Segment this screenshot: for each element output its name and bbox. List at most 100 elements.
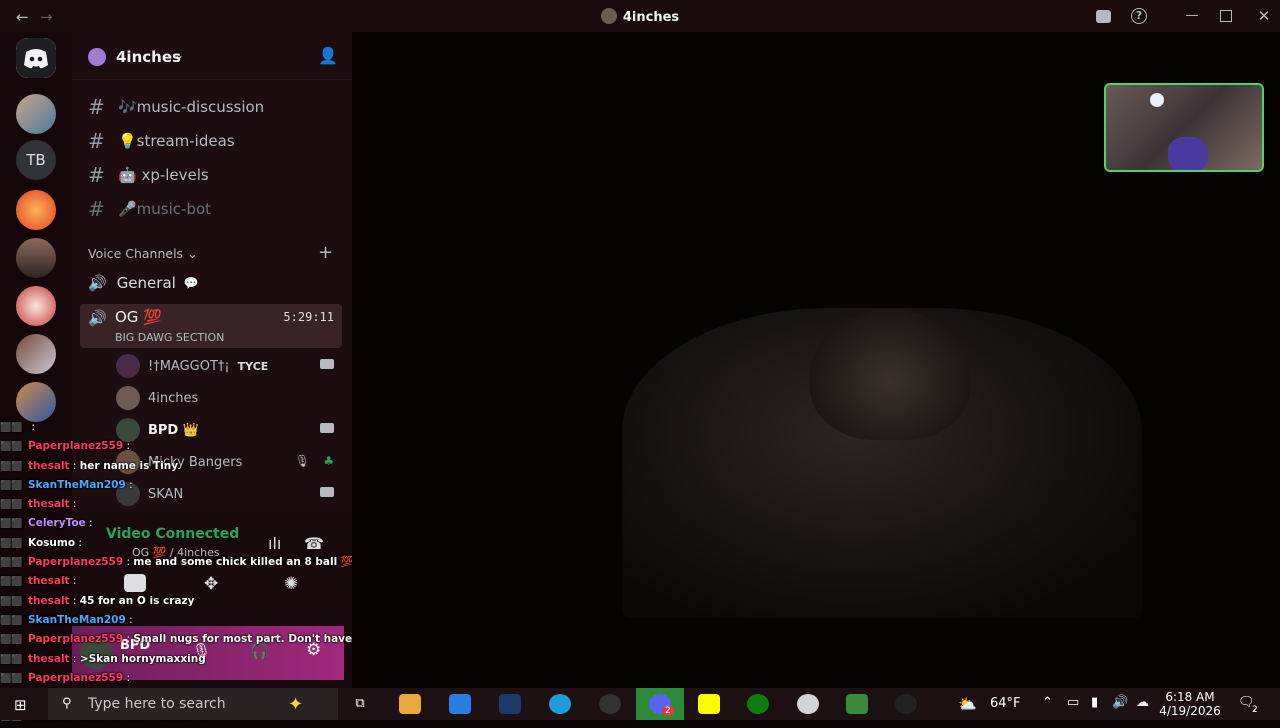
taskbar-search[interactable]: ⚲ Type here to search ✦ bbox=[48, 688, 338, 720]
chat-line: ⬛⬛ Paperplanez559 : bbox=[0, 669, 360, 688]
chat-separator: : bbox=[85, 517, 93, 530]
server-avatar-icon bbox=[600, 8, 617, 24]
windows-start-icon[interactable]: ⊞ bbox=[14, 696, 27, 714]
volume-icon[interactable]: 🔊 bbox=[1112, 695, 1128, 710]
channel-music-bot[interactable]: # 🎤music-bot bbox=[80, 193, 344, 225]
hash-icon: # bbox=[88, 163, 105, 187]
invite-people-icon[interactable]: 👤 bbox=[318, 46, 338, 65]
voice-channel-og[interactable]: 🔊 OG 💯 5:29:11 BIG DAWG SECTION bbox=[80, 304, 342, 348]
title-bar: ← → 4inches ? — ✕ bbox=[0, 0, 1280, 32]
chevron-down-icon: ⌄ bbox=[187, 246, 198, 261]
chat-separator: : bbox=[69, 594, 80, 607]
chat-line: ⬛⬛ Paperplanez559 : me and some chick kil… bbox=[0, 553, 414, 572]
chat-username: Paperplanez559 bbox=[28, 671, 124, 684]
chevron-up-icon[interactable]: ⌃ bbox=[1042, 695, 1053, 710]
chat-line: ⬛⬛ SkanTheMan209 : bbox=[0, 611, 360, 630]
maximize-icon[interactable] bbox=[1220, 10, 1232, 22]
snapchat-icon[interactable] bbox=[698, 694, 720, 714]
chat-badges-icon: ⬛⬛ bbox=[0, 500, 23, 511]
chat-badges-icon: ⬛⬛ bbox=[0, 635, 23, 646]
close-icon[interactable]: ✕ bbox=[1256, 8, 1272, 24]
hash-icon: # bbox=[88, 129, 105, 153]
steam-icon[interactable] bbox=[499, 694, 521, 714]
guild-icon-5[interactable] bbox=[16, 286, 56, 326]
help-icon[interactable]: ? bbox=[1131, 8, 1147, 24]
video-camera-icon bbox=[320, 359, 334, 369]
record-icon[interactable] bbox=[895, 694, 917, 714]
chat-separator: : bbox=[123, 671, 131, 684]
chat-separator: : bbox=[69, 652, 80, 665]
light-glow bbox=[1150, 93, 1164, 107]
chat-badges-icon: ⬛⬛ bbox=[0, 442, 23, 453]
guild-icon-6[interactable] bbox=[16, 334, 56, 374]
onedrive-icon[interactable]: ☁ bbox=[1136, 695, 1149, 710]
camera-tray-icon[interactable]: ▭ bbox=[1067, 695, 1079, 710]
chat-badges-icon: ⬛⬛ bbox=[0, 558, 23, 569]
chat-username: Kosumo bbox=[28, 536, 76, 549]
channel-xp-levels[interactable]: # 🤖 xp-levels bbox=[80, 159, 344, 191]
chat-badges-icon: ⬛⬛ bbox=[0, 615, 23, 626]
guild-icon-3[interactable] bbox=[16, 190, 56, 230]
voice-member[interactable]: !†MAGGOT†¡ TYCE bbox=[116, 352, 340, 380]
weather-temp[interactable]: 64°F bbox=[990, 696, 1021, 711]
chat-badges-icon: ⬛⬛ bbox=[0, 519, 23, 530]
app-icon[interactable] bbox=[797, 694, 819, 714]
chat-line: ⬛⬛ Paperplanez559 : Small nugs for most p… bbox=[0, 630, 395, 649]
voice-channel-general[interactable]: 🔊 General 💬 bbox=[80, 268, 344, 298]
voice-member[interactable]: 4inches bbox=[116, 384, 340, 412]
server-header[interactable]: 4inches ⌄ 👤 bbox=[72, 32, 352, 80]
chat-line: ⬛⬛ thesalt : 45 for an O is crazy bbox=[0, 592, 360, 611]
guild-tb[interactable]: TB bbox=[16, 140, 56, 180]
chat-username: Paperplanez559 bbox=[28, 556, 124, 569]
discord-home-icon[interactable] bbox=[16, 38, 56, 78]
chat-separator: : bbox=[123, 556, 134, 569]
chat-badges-icon: ⬛⬛ bbox=[0, 577, 23, 588]
guild-icon-1[interactable] bbox=[16, 94, 56, 134]
chat-badges-icon: ⬛⬛ bbox=[0, 596, 23, 607]
guild-icon-4[interactable] bbox=[16, 238, 56, 278]
add-channel-icon[interactable]: + bbox=[318, 242, 333, 263]
inbox-icon[interactable] bbox=[1096, 10, 1111, 23]
notification-badge: 2 bbox=[1252, 705, 1258, 715]
chat-separator: : bbox=[123, 440, 131, 453]
chat-separator: : bbox=[125, 478, 133, 491]
weather-icon[interactable]: ⛅ bbox=[958, 695, 977, 713]
chat-username: thesalt bbox=[28, 652, 70, 665]
search-placeholder: Type here to search bbox=[88, 696, 226, 712]
avatar bbox=[116, 386, 140, 410]
search-icon: ⚲ bbox=[62, 696, 72, 711]
chat-line: ⬛⬛ CeleryToe : bbox=[0, 514, 360, 533]
task-view-icon[interactable]: ⧉ bbox=[349, 694, 371, 714]
chat-separator: : bbox=[69, 575, 77, 588]
obs-icon[interactable] bbox=[599, 694, 621, 714]
clock[interactable]: 6:18 AM 4/19/2026 bbox=[1158, 690, 1222, 718]
chat-message: her name is Tiny bbox=[79, 459, 179, 472]
channel-music-discussion[interactable]: # 🎶music-discussion bbox=[80, 91, 344, 123]
xbox-icon[interactable] bbox=[747, 694, 769, 714]
channel-stream-ideas[interactable]: # 💡stream-ideas bbox=[80, 125, 344, 157]
voice-category-header[interactable]: Voice Channels ⌄ bbox=[88, 246, 198, 261]
app-icon[interactable] bbox=[846, 694, 868, 714]
self-video-preview[interactable] bbox=[1104, 83, 1264, 172]
chevron-down-icon: ⌄ bbox=[174, 48, 185, 62]
chat-separator: : bbox=[69, 459, 80, 472]
guild-icon-7[interactable] bbox=[16, 382, 56, 422]
chat-username: thesalt bbox=[28, 575, 70, 588]
chat-badges-icon: ⬛⬛ bbox=[0, 480, 23, 491]
person-silhouette bbox=[1168, 137, 1208, 170]
minimize-icon[interactable]: — bbox=[1184, 8, 1200, 24]
hash-icon: # bbox=[88, 197, 105, 221]
chat-badges-icon: ⬛⬛ bbox=[0, 461, 23, 472]
chat-separator: : bbox=[75, 536, 82, 549]
chat-badges-icon: ⬛⬛ bbox=[0, 654, 23, 665]
microsoft-store-icon[interactable] bbox=[449, 694, 471, 714]
voice-status: BIG DAWG SECTION bbox=[115, 331, 225, 344]
file-explorer-icon[interactable] bbox=[399, 694, 421, 714]
discord-badge: 2 bbox=[662, 706, 674, 716]
voice-timer: 5:29:11 bbox=[283, 310, 334, 324]
chat-message: 45 for an O is crazy bbox=[79, 594, 195, 607]
chat-line: ⬛⬛ thesalt : bbox=[0, 572, 360, 591]
edge-icon[interactable] bbox=[549, 694, 571, 714]
chat-bubble-icon[interactable]: 💬 bbox=[184, 276, 199, 290]
battery-icon[interactable]: ▮ bbox=[1091, 695, 1098, 710]
